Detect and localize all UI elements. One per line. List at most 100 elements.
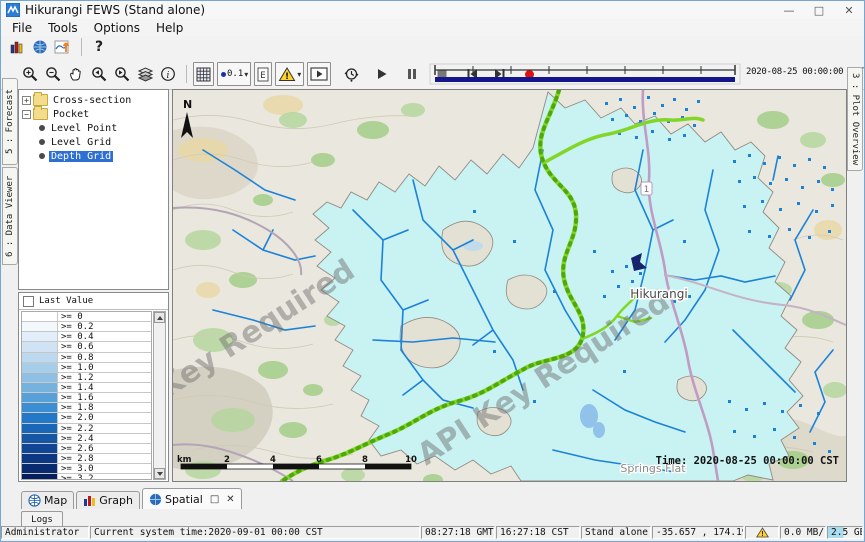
animation-settings-icon[interactable] [340, 63, 362, 85]
svg-text:8: 8 [362, 455, 368, 465]
legend-row: >= 1.6 [22, 393, 151, 403]
timeseries-icon[interactable] [52, 36, 74, 58]
legend-threshold-label: >= 1.0 [58, 363, 151, 372]
legend-color-swatch [22, 383, 58, 392]
legend-color-swatch [22, 464, 58, 473]
svg-text:!: ! [760, 530, 764, 538]
zoom-in-icon[interactable] [19, 63, 41, 85]
graph-bars-icon [83, 494, 96, 507]
scroll-up-icon[interactable] [154, 312, 165, 323]
svg-text:2: 2 [224, 455, 230, 465]
legend-color-swatch [22, 444, 58, 453]
status-bar: Administrator Current system time:2020-0… [1, 526, 864, 541]
zoom-next-icon[interactable] [111, 63, 133, 85]
svg-text:N: N [183, 98, 192, 111]
legend-color-swatch [22, 363, 58, 372]
maximize-button[interactable]: □ [804, 2, 834, 19]
tab-spatial[interactable]: Spatial □ ✕ [142, 488, 242, 509]
last-value-checkbox[interactable] [23, 296, 34, 307]
spatial-globe-icon [149, 493, 162, 506]
legend-threshold-label: >= 1.2 [58, 373, 151, 382]
tab-graph[interactable]: Graph [76, 491, 140, 509]
legend-row: >= 1.2 [22, 373, 151, 383]
legend-color-swatch [22, 413, 58, 422]
zoom-previous-icon[interactable] [88, 63, 110, 85]
legend-color-swatch [22, 424, 58, 433]
timeline-datetime: 2020-08-25 00:00:00 CST [746, 67, 862, 77]
legend-row: >= 2.6 [22, 444, 151, 454]
legend-row: >= 0.4 [22, 332, 151, 342]
legend-threshold-label: >= 3.0 [58, 464, 151, 473]
legend-row: >= 1.8 [22, 403, 151, 413]
legend-row: >= 0.8 [22, 353, 151, 363]
scroll-down-icon[interactable] [154, 468, 165, 479]
value-threshold-dropdown[interactable]: 0.1▾ [217, 62, 251, 86]
legend-threshold-label: >= 2.0 [58, 413, 151, 422]
status-user: Administrator [1, 526, 89, 539]
time-slider[interactable] [429, 63, 741, 85]
tab-close-icon[interactable]: ✕ [226, 494, 234, 505]
warning-layers-dropdown[interactable]: ! ▾ [275, 62, 304, 86]
status-system-time: Current system time:2020-09-01 00:00 CST [90, 526, 420, 539]
status-mode: Stand alone [581, 526, 651, 539]
minimize-button[interactable]: — [774, 2, 804, 19]
map-time-label: Time: 2020-08-25 00:00:00 CST [656, 455, 839, 467]
pause-button[interactable] [401, 63, 423, 85]
layers-icon[interactable] [134, 63, 156, 85]
legend-threshold-label: >= 2.8 [58, 454, 151, 463]
legend-threshold-label: >= 1.4 [58, 383, 151, 392]
app-window: Hikurangi FEWS (Stand alone) — □ ✕ File … [0, 0, 865, 542]
globe-icon[interactable] [29, 36, 51, 58]
legend-row: >= 1.4 [22, 383, 151, 393]
label-toggle-button[interactable]: E [254, 62, 272, 86]
legend-rows: >= 0 >= 0.2 >= 0.4 >= 0.6 >= 0.8 >= 1.0 … [21, 311, 152, 480]
menu-tools[interactable]: Tools [40, 21, 86, 35]
zoom-out-icon[interactable] [42, 63, 64, 85]
menu-bar: File Tools Options Help [1, 19, 864, 37]
flood-map[interactable]: API Key Required API Key Required Hikura… [173, 90, 846, 481]
legend-color-swatch [22, 342, 58, 351]
status-download-rate: 0.0 MB/s [780, 526, 826, 539]
info-icon[interactable]: i [157, 63, 179, 85]
expand-icon[interactable]: + [22, 96, 31, 105]
legend-color-swatch [22, 403, 58, 412]
legend-threshold-label: >= 1.6 [58, 393, 151, 402]
pan-hand-icon[interactable] [65, 63, 87, 85]
help-icon[interactable]: ? [88, 36, 110, 58]
menu-options[interactable]: Options [86, 21, 148, 35]
legend-row: >= 3.0 [22, 464, 151, 474]
menu-help[interactable]: Help [148, 21, 191, 35]
tab-map[interactable]: Map [21, 491, 74, 509]
legend-row: >= 3.2 [22, 474, 151, 480]
tree-node-depth-grid[interactable]: Depth Grid [19, 149, 168, 163]
legend-threshold-label: >= 2.2 [58, 424, 151, 433]
tab-data-viewer[interactable]: 6 : Data Viewer [2, 167, 18, 265]
map-view[interactable]: API Key Required API Key Required Hikura… [172, 89, 847, 482]
close-button[interactable]: ✕ [834, 2, 864, 19]
bullet-icon [39, 153, 45, 159]
grid-display-button[interactable] [193, 62, 214, 86]
bullet-icon [39, 139, 45, 145]
tree-node-cross-section[interactable]: + Cross-section [19, 93, 168, 107]
tree-node-level-point[interactable]: Level Point [19, 121, 168, 135]
tab-plot-overview[interactable]: 3 : Plot Overview [847, 67, 863, 171]
explorer-icon[interactable] [6, 36, 28, 58]
legend-threshold-label: >= 0.6 [58, 342, 151, 351]
tree-node-level-grid[interactable]: Level Grid [19, 135, 168, 149]
tree-node-pocket[interactable]: − Pocket [19, 107, 168, 121]
svg-text:1: 1 [644, 185, 650, 195]
tab-restore-icon[interactable]: □ [210, 494, 219, 505]
collapse-icon[interactable]: − [22, 110, 31, 119]
status-warning-icon[interactable]: ! [745, 526, 779, 539]
animation-window-button[interactable] [307, 62, 331, 86]
legend-threshold-label: >= 0 [58, 312, 151, 321]
legend-row: >= 2.4 [22, 434, 151, 444]
legend-threshold-label: >= 2.6 [58, 444, 151, 453]
tab-forecast[interactable]: 5 : Forecast [2, 78, 18, 165]
play-button[interactable] [371, 63, 393, 85]
menu-file[interactable]: File [4, 21, 40, 35]
status-local-time: 16:27:18 CST [496, 526, 580, 539]
legend-color-swatch [22, 312, 58, 321]
status-coordinates: -35.657 , 174.199 [652, 526, 744, 539]
legend-scrollbar[interactable] [153, 311, 166, 480]
